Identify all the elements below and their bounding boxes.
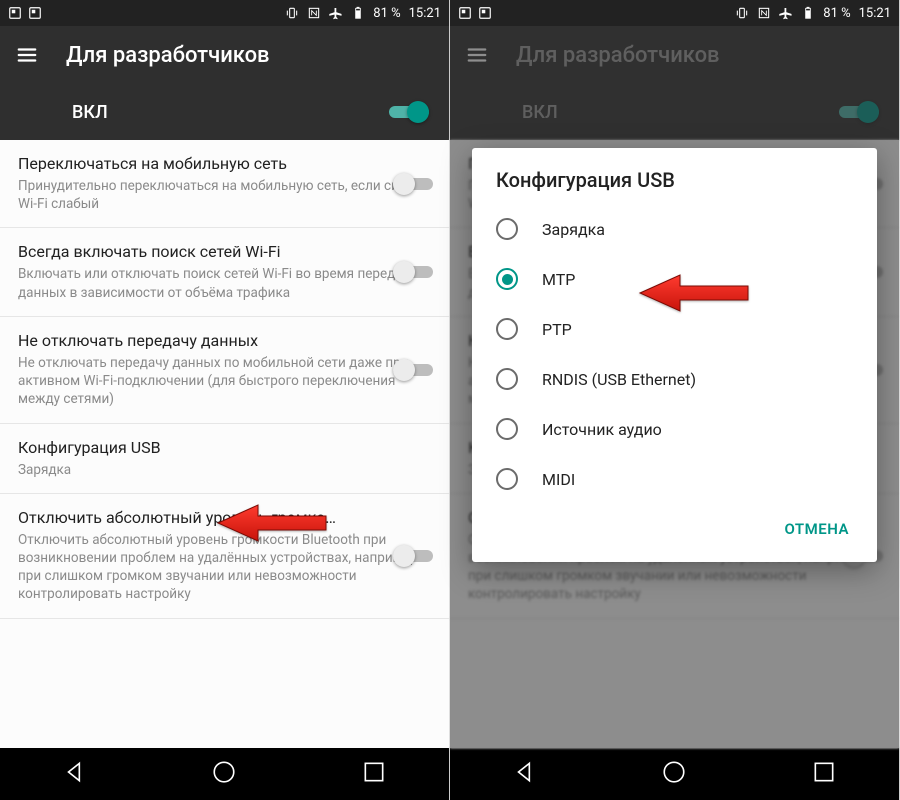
radio-label: MIDI — [542, 470, 575, 489]
setting-title: Всегда включать поиск сетей Wi-Fi — [18, 242, 431, 261]
hamburger-icon — [466, 44, 488, 66]
master-toggle-label: ВКЛ — [72, 102, 108, 123]
hamburger-icon[interactable] — [16, 44, 38, 66]
appbar: Для разработчиков — [0, 26, 449, 84]
setting-keep-mobile-data[interactable]: Не отключать передачу данных Не отключат… — [0, 317, 449, 424]
app-icon-2 — [28, 6, 42, 20]
radio-label: RNDIS (USB Ethernet) — [542, 370, 696, 389]
toggle-switch[interactable] — [393, 359, 433, 381]
master-toggle-label: ВКЛ — [522, 102, 558, 123]
navbar — [450, 748, 899, 800]
master-toggle-row: ВКЛ — [450, 84, 899, 140]
airplane-icon — [779, 6, 793, 20]
cancel-button[interactable]: ОТМЕНА — [775, 512, 860, 546]
setting-switch-to-mobile[interactable]: Переключаться на мобильную сеть Принудит… — [0, 140, 449, 228]
battery-pct: 81 % — [823, 6, 850, 21]
radio-option-mtp[interactable]: MTP — [472, 254, 877, 304]
setting-usb-config[interactable]: Конфигурация USB Зарядка — [0, 424, 449, 494]
master-toggle-switch[interactable] — [389, 101, 429, 123]
navbar — [0, 748, 449, 800]
nav-recent[interactable] — [811, 759, 837, 789]
statusbar: 81 % 15:21 — [0, 0, 449, 26]
radio-icon — [496, 318, 518, 340]
battery-icon — [801, 6, 815, 20]
nfc-icon — [757, 6, 771, 20]
radio-icon — [496, 468, 518, 490]
nav-recent[interactable] — [361, 759, 387, 789]
radio-label: PTP — [542, 320, 572, 339]
appbar: Для разработчиков — [450, 26, 899, 84]
nav-back[interactable] — [512, 759, 538, 789]
phone-left: 81 % 15:21 Для разработчиков ВКЛ Переклю… — [0, 0, 450, 800]
setting-title: Отключить абсолютный уровень громко… — [18, 508, 431, 527]
radio-label: Зарядка — [542, 220, 605, 239]
airplane-icon — [329, 6, 343, 20]
radio-icon — [496, 218, 518, 240]
toggle-switch[interactable] — [393, 545, 433, 567]
nav-home[interactable] — [211, 759, 237, 789]
dialog-title: Конфигурация USB — [472, 168, 877, 204]
toggle-switch[interactable] — [393, 261, 433, 283]
radio-label: Источник аудио — [542, 420, 662, 439]
usb-config-dialog: Конфигурация USB Зарядка MTP PTP RNDIS (… — [472, 148, 877, 562]
master-toggle-switch — [839, 101, 879, 123]
setting-title: Конфигурация USB — [18, 438, 289, 457]
radio-icon — [496, 268, 518, 290]
battery-icon — [351, 6, 365, 20]
page-title: Для разработчиков — [516, 43, 720, 68]
clock: 15:21 — [859, 6, 891, 21]
setting-title: Не отключать передачу данных — [18, 331, 431, 350]
setting-absolute-volume[interactable]: Отключить абсолютный уровень громко… Отк… — [0, 494, 449, 619]
toggle-switch[interactable] — [393, 173, 433, 195]
settings-list[interactable]: Переключаться на мобильную сеть Принудит… — [0, 140, 449, 748]
nav-home[interactable] — [661, 759, 687, 789]
radio-label: MTP — [542, 270, 575, 289]
radio-option-audio[interactable]: Источник аудио — [472, 404, 877, 454]
setting-sub: Не отключать передачу данных по мобильно… — [18, 354, 431, 409]
app-icon-1 — [458, 6, 472, 20]
nav-back[interactable] — [62, 759, 88, 789]
setting-sub: Зарядка — [18, 461, 289, 479]
setting-title: Переключаться на мобильную сеть — [18, 154, 431, 173]
vibrate-icon — [735, 6, 749, 20]
statusbar: 81 % 15:21 — [450, 0, 899, 26]
nfc-icon — [307, 6, 321, 20]
app-icon-1 — [8, 6, 22, 20]
battery-pct: 81 % — [373, 6, 400, 21]
master-toggle-row[interactable]: ВКЛ — [0, 84, 449, 140]
vibrate-icon — [285, 6, 299, 20]
radio-option-rndis[interactable]: RNDIS (USB Ethernet) — [472, 354, 877, 404]
setting-sub: Принудительно переключаться на мобильную… — [18, 177, 431, 213]
app-icon-2 — [478, 6, 492, 20]
page-title: Для разработчиков — [66, 43, 270, 68]
radio-option-ptp[interactable]: PTP — [472, 304, 877, 354]
setting-aggressive-wifi[interactable]: Всегда включать поиск сетей Wi-Fi Включа… — [0, 228, 449, 316]
radio-option-midi[interactable]: MIDI — [472, 454, 877, 504]
clock: 15:21 — [409, 6, 441, 21]
radio-option-charging[interactable]: Зарядка — [472, 204, 877, 254]
setting-sub: Отключить абсолютный уровень громкости B… — [18, 531, 431, 604]
radio-icon — [496, 418, 518, 440]
radio-icon — [496, 368, 518, 390]
phone-right: 81 % 15:21 Для разработчиков ВКЛ Переклю… — [450, 0, 900, 800]
setting-sub: Включать или отключать поиск сетей Wi-Fi… — [18, 265, 431, 301]
